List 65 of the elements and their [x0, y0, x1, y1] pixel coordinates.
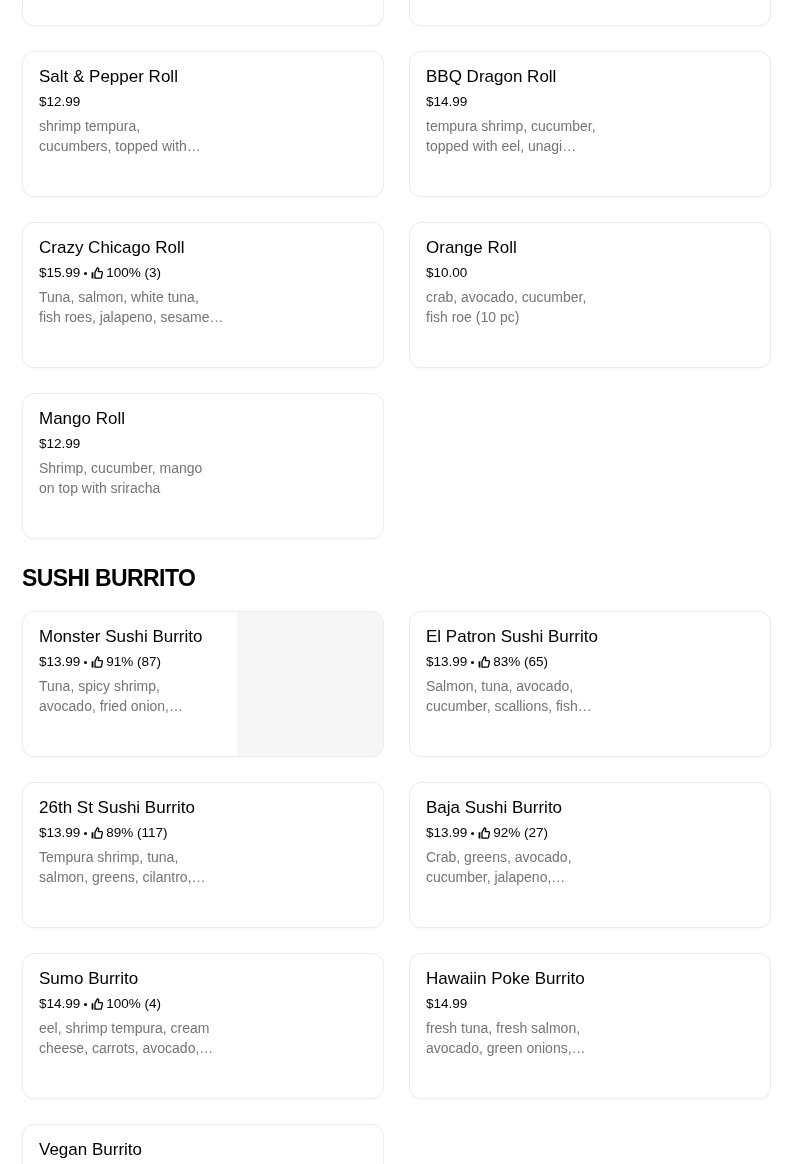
item-price: $13.99	[426, 824, 468, 842]
item-description: tempura shrimp, cucumber, topped with eel, unagi…	[426, 117, 597, 156]
item-description: Shrimp, cucumber, mango on top with sriracha	[39, 459, 204, 498]
menu-item-card[interactable]: Crazy Chicago Roll $15.99 100% (3) Tuna, salmon, white tuna, fish roes, jalapeno, sesame…	[22, 222, 384, 368]
item-price: $15.99	[39, 264, 81, 282]
menu-item-card[interactable]: El Patron Sushi Burrito $13.99 83% (65) Salmon, tuna, avocado, cucumber, scallions, fish…	[409, 611, 771, 757]
item-price: $13.99	[39, 824, 81, 842]
thumbs-up-icon	[91, 267, 104, 279]
item-rating: 89% (117)	[106, 824, 168, 842]
item-description: Salmon, tuna, avocado, cucumber, scallions, fish…	[426, 677, 593, 716]
item-price: $12.99	[39, 435, 81, 453]
item-price: $10.00	[426, 264, 468, 282]
item-price: $13.99	[39, 653, 81, 671]
item-name: Orange Roll	[426, 237, 518, 259]
menu-item-card[interactable]: 26th St Sushi Burrito $13.99 89% (117) Tempura shrimp, tuna, salmon, greens, cilantro,…	[22, 782, 384, 928]
item-name: BBQ Dragon Roll	[426, 66, 558, 88]
section-heading: SUSHI BURRITO	[22, 566, 197, 590]
thumbs-up-icon	[91, 827, 104, 839]
thumbs-up-icon	[91, 998, 104, 1010]
item-name: Vegan Burrito	[39, 1139, 143, 1161]
item-description: Tuna, spicy shrimp, avocado, fried onion,…	[39, 677, 184, 716]
item-price: $14.99	[426, 93, 468, 111]
item-description: Crab, greens, avocado, cucumber, jalapeno,…	[426, 848, 573, 887]
menu-item-card[interactable]: Mango Roll $12.99 Shrimp, cucumber, mango on top with sriracha	[22, 393, 384, 539]
item-description: crab, avocado, cucumber, fish roe (10 pc)	[426, 288, 588, 327]
menu-item-card[interactable]: Hawaiin Poke Burrito $14.99 fresh tuna, fresh salmon, avocado, green onions,…	[409, 953, 771, 1099]
bullet-icon	[471, 831, 475, 835]
item-rating: 83% (65)	[493, 653, 549, 671]
item-rating: 92% (27)	[493, 824, 549, 842]
item-price: $13.99	[426, 653, 468, 671]
item-price: $14.99	[39, 995, 81, 1013]
bullet-icon	[84, 831, 88, 835]
item-description: Tuna, salmon, white tuna, fish roes, jalapeno, sesame…	[39, 288, 225, 327]
bullet-icon	[471, 660, 475, 664]
menu-item-card[interactable]: Salt & Pepper Roll $12.99 shrimp tempura, cucumbers, topped with…	[22, 51, 384, 197]
item-price: $14.99	[426, 995, 468, 1013]
bullet-icon	[84, 1002, 88, 1006]
item-name: El Patron Sushi Burrito	[426, 626, 599, 648]
item-description: fresh tuna, fresh salmon, avocado, green onions,…	[426, 1019, 587, 1058]
thumbs-up-icon	[478, 827, 491, 839]
item-price: $12.99	[39, 93, 81, 111]
item-name: Crazy Chicago Roll	[39, 237, 186, 259]
item-name: Monster Sushi Burrito	[39, 626, 204, 648]
item-rating: 91% (87)	[106, 653, 162, 671]
menu-item-card[interactable]: Orange Roll $10.00 crab, avocado, cucumber, fish roe (10 pc)	[409, 222, 771, 368]
menu-item-card[interactable]: Monster Sushi Burrito $13.99 91% (87) Tuna, spicy shrimp, avocado, fried onion,…	[22, 611, 384, 757]
item-name: Sumo Burrito	[39, 968, 140, 990]
item-name: Mango Roll	[39, 408, 126, 430]
thumbs-up-icon	[91, 656, 104, 668]
item-name: 26th St Sushi Burrito	[39, 797, 196, 819]
item-name: Baja Sushi Burrito	[426, 797, 564, 819]
item-description: eel, shrimp tempura, cream cheese, carrots, avocado,…	[39, 1019, 215, 1058]
menu-item-card[interactable]: Vegan Burrito	[22, 1124, 384, 1164]
item-rating: 100% (3)	[106, 264, 162, 282]
menu-item-card[interactable]: BBQ Dragon Roll $14.99 tempura shrimp, cucumber, topped with eel, unagi…	[409, 51, 771, 197]
menu-item-card[interactable]: Baja Sushi Burrito $13.99 92% (27) Crab, greens, avocado, cucumber, jalapeno,…	[409, 782, 771, 928]
bullet-icon	[84, 660, 88, 664]
item-name: Hawaiin Poke Burrito	[426, 968, 586, 990]
item-description: shrimp tempura, cucumbers, topped with…	[39, 117, 202, 156]
bullet-icon	[84, 271, 88, 275]
item-description: Tempura shrimp, tuna, salmon, greens, cilantro,…	[39, 848, 207, 887]
thumbs-up-icon	[478, 656, 491, 668]
item-name: Salt & Pepper Roll	[39, 66, 179, 88]
item-rating: 100% (4)	[106, 995, 162, 1013]
menu-item-card[interactable]: Sumo Burrito $14.99 100% (4) eel, shrimp tempura, cream cheese, carrots, avocado,…	[22, 953, 384, 1099]
